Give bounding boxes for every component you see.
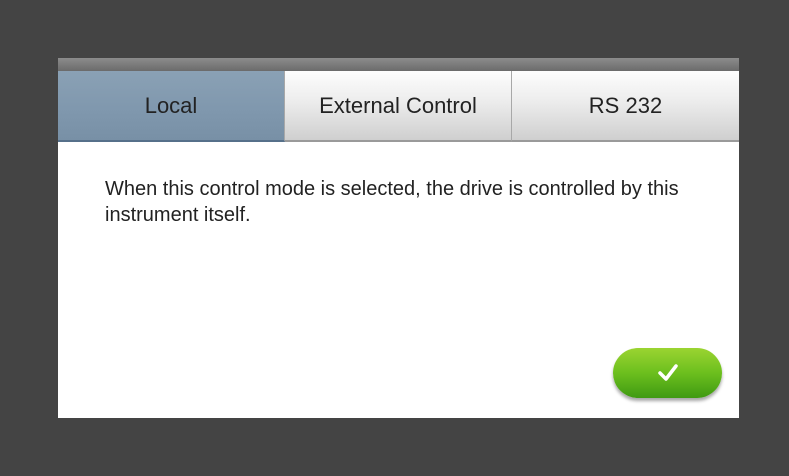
- dialog-top-bar: [58, 58, 739, 71]
- control-mode-tabs: Local External Control RS 232: [58, 71, 739, 142]
- tab-local[interactable]: Local: [58, 71, 285, 142]
- mode-description: When this control mode is selected, the …: [105, 178, 679, 226]
- tab-rs-232[interactable]: RS 232: [512, 71, 739, 142]
- tab-external-control[interactable]: External Control: [285, 71, 512, 142]
- control-mode-dialog: Local External Control RS 232 When this …: [58, 58, 739, 418]
- confirm-button[interactable]: [613, 348, 722, 398]
- check-icon: [657, 364, 678, 381]
